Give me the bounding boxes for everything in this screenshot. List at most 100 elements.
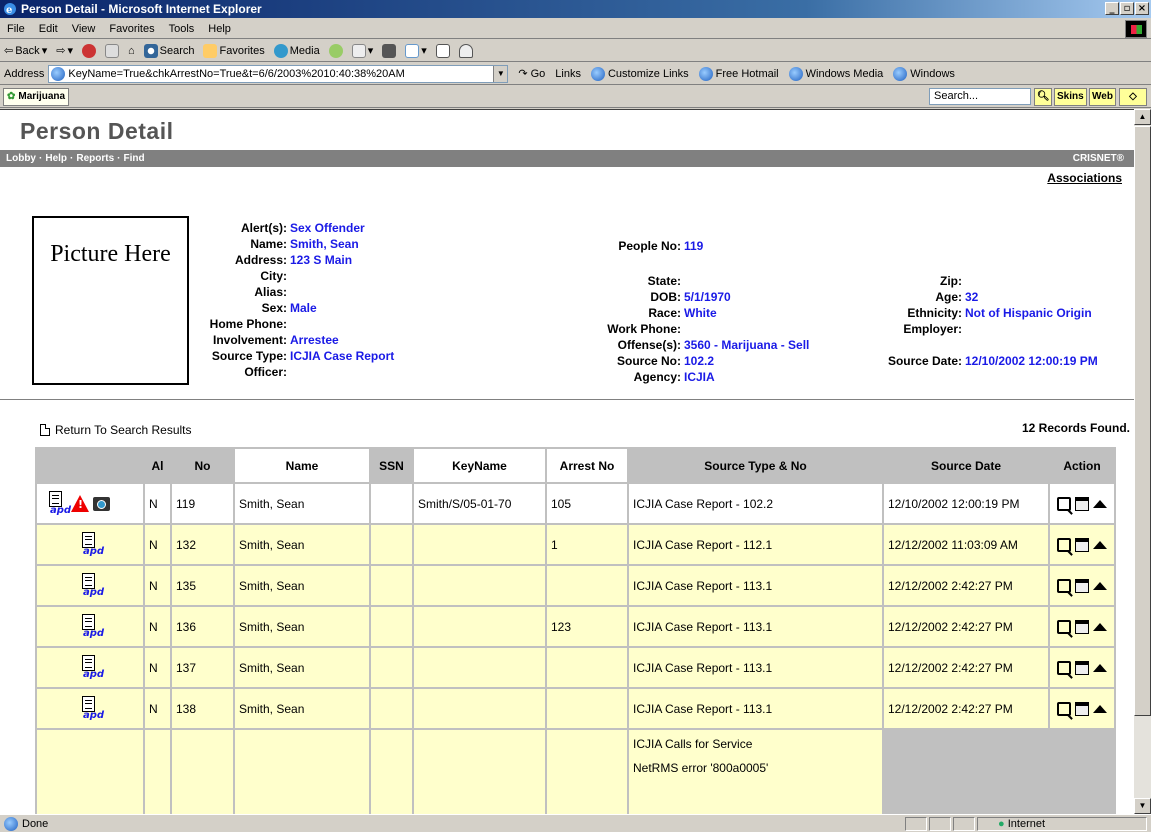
camera-icon[interactable] — [93, 496, 110, 511]
back-button[interactable]: ⇦ Back ▾ — [4, 44, 47, 58]
chevron-down-icon[interactable]: ▼ — [493, 65, 508, 82]
menu-file[interactable]: File — [0, 23, 32, 35]
stop-button[interactable] — [81, 43, 96, 58]
view-details-icon[interactable] — [1057, 619, 1071, 634]
go-button[interactable]: ↷ Go — [518, 67, 545, 81]
favorites-button[interactable]: Favorites — [203, 43, 265, 58]
home-button[interactable]: ⌂ — [128, 45, 135, 57]
diamond-icon[interactable]: ◇ — [1119, 88, 1147, 106]
report-icon[interactable]: apd — [47, 490, 71, 517]
up-arrow-icon[interactable] — [1093, 622, 1107, 631]
properties-icon[interactable] — [1075, 701, 1089, 716]
nav-lobby[interactable]: Lobby — [6, 153, 36, 164]
table-row[interactable]: ICJIA Calls for Service NetRMS error '800… — [37, 730, 1114, 814]
ie-icon — [698, 66, 713, 81]
history-button[interactable] — [328, 43, 343, 58]
report-icon[interactable]: apd — [80, 572, 104, 599]
link-windows-media[interactable]: Windows Media — [788, 66, 883, 81]
warning-icon[interactable] — [71, 495, 89, 512]
up-arrow-icon[interactable] — [1093, 663, 1107, 672]
up-arrow-icon[interactable] — [1093, 581, 1107, 590]
col-keyname[interactable]: KeyName — [414, 449, 545, 482]
col-arrest-no[interactable]: Arrest No — [547, 449, 627, 482]
go-arrow-icon: ↷ — [518, 68, 528, 80]
print-button[interactable] — [382, 43, 397, 58]
print-icon — [382, 43, 397, 58]
menu-edit[interactable]: Edit — [32, 23, 65, 35]
media-button[interactable]: Media — [273, 43, 320, 58]
cell-al: N — [145, 484, 170, 523]
scroll-thumb[interactable] — [1134, 126, 1151, 716]
toolbar-search-input[interactable]: Search... — [929, 88, 1031, 105]
col-source-type[interactable]: Source Type & No — [629, 449, 882, 482]
nav-reports[interactable]: Reports — [76, 153, 114, 164]
window-controls: _ ▫ × — [1105, 2, 1149, 15]
cell-no: 138 — [172, 689, 233, 728]
table-row[interactable]: apd N 132 Smith, Sean 1 ICJIA Case Report - 1… — [37, 525, 1114, 564]
refresh-button[interactable] — [104, 43, 119, 58]
properties-icon[interactable] — [1075, 537, 1089, 552]
cell-no: 135 — [172, 566, 233, 605]
field-ethnicity: Ethnicity: Not of Hispanic Origin — [907, 306, 1092, 320]
web-button[interactable]: Web — [1089, 88, 1116, 106]
nav-find[interactable]: Find — [124, 153, 145, 164]
associations-link[interactable]: Associations — [1047, 171, 1122, 185]
link-customize-links[interactable]: Customize Links — [590, 66, 689, 81]
vertical-scrollbar[interactable]: ▲ ▼ — [1134, 109, 1151, 814]
col-no[interactable]: No — [172, 449, 233, 482]
table-row[interactable]: apd N119Smith, Sean Smith/S/05-01-70105ICJ… — [37, 484, 1114, 523]
menu-view[interactable]: View — [65, 23, 103, 35]
cell-arrest-no — [547, 730, 627, 814]
return-to-search-link[interactable]: Return To Search Results — [40, 423, 192, 437]
link-windows[interactable]: Windows — [893, 66, 955, 81]
table-row[interactable]: apd N 136 Smith, Sean 123 ICJIA Case Report -… — [37, 607, 1114, 646]
edit-button[interactable]: ▾ — [405, 43, 427, 58]
minimize-button[interactable]: _ — [1105, 2, 1119, 15]
up-arrow-icon[interactable] — [1093, 499, 1107, 508]
link-free-hotmail[interactable]: Free Hotmail — [698, 66, 779, 81]
scroll-up-icon[interactable]: ▲ — [1134, 109, 1151, 125]
maximize-button[interactable]: ▫ — [1120, 2, 1134, 15]
messenger-button[interactable] — [458, 43, 473, 58]
view-details-icon[interactable] — [1057, 578, 1071, 593]
report-icon[interactable]: apd — [80, 654, 104, 681]
view-details-icon[interactable] — [1057, 660, 1071, 675]
discuss-button[interactable] — [435, 43, 450, 58]
col-ssn[interactable]: SSN — [371, 449, 412, 482]
view-details-icon[interactable] — [1057, 496, 1071, 511]
search-icon[interactable]: 🔍︎ — [1034, 88, 1052, 106]
report-icon[interactable]: apd — [80, 613, 104, 640]
properties-icon[interactable] — [1075, 578, 1089, 593]
close-button[interactable]: × — [1135, 2, 1149, 15]
mail-button[interactable]: ▾ — [351, 43, 373, 58]
menu-tools[interactable]: Tools — [162, 23, 202, 35]
properties-icon[interactable] — [1075, 619, 1089, 634]
properties-icon[interactable] — [1075, 496, 1089, 511]
search-button[interactable]: Search — [143, 43, 194, 58]
marijuana-button[interactable]: ✿ Marijuana — [3, 87, 70, 106]
ie-icon — [893, 66, 908, 81]
col-al[interactable]: Al — [145, 449, 170, 482]
nav-help[interactable]: Help — [45, 153, 67, 164]
up-arrow-icon[interactable] — [1093, 704, 1107, 713]
menu-help[interactable]: Help — [201, 23, 238, 35]
table-row[interactable]: apd N 138 Smith, Sean ICJIA Case Report - 11… — [37, 689, 1114, 728]
cell-arrest-no — [547, 566, 627, 605]
table-row[interactable]: apd N 137 Smith, Sean ICJIA Case Report - 11… — [37, 648, 1114, 687]
skins-button[interactable]: Skins — [1054, 88, 1087, 106]
report-icon[interactable]: apd — [80, 695, 104, 722]
view-details-icon[interactable] — [1057, 537, 1071, 552]
menu-favorites[interactable]: Favorites — [102, 23, 161, 35]
view-details-icon[interactable] — [1057, 701, 1071, 716]
address-input[interactable]: KeyName=True&chkArrestNo=True&t=6/6/2003… — [48, 64, 509, 83]
up-arrow-icon[interactable] — [1093, 540, 1107, 549]
table-row[interactable]: apd N 135 Smith, Sean ICJIA Case Report - 11… — [37, 566, 1114, 605]
cell-al — [145, 730, 170, 814]
scroll-down-icon[interactable]: ▼ — [1134, 798, 1151, 814]
properties-icon[interactable] — [1075, 660, 1089, 675]
report-icon[interactable]: apd — [80, 531, 104, 558]
forward-button[interactable]: ⇨ ▾ — [56, 44, 73, 57]
cell-al: N — [145, 607, 170, 646]
col-source-date[interactable]: Source Date — [884, 449, 1048, 482]
col-name[interactable]: Name — [235, 449, 369, 482]
